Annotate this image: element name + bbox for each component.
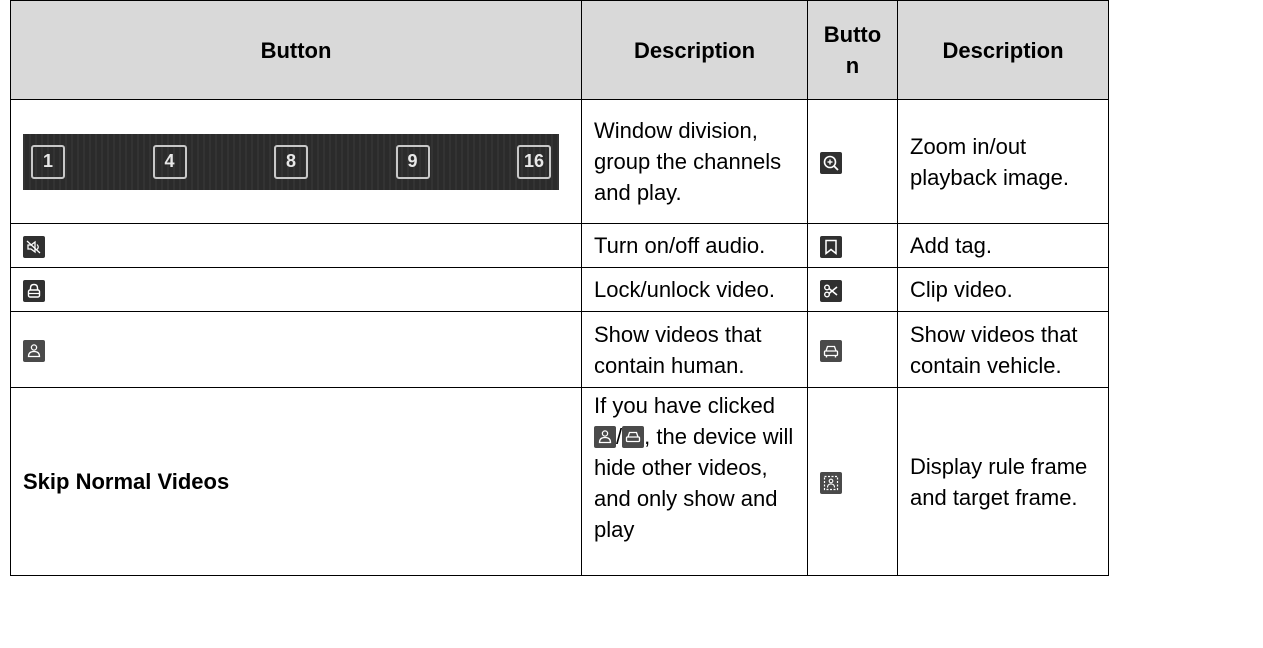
header-description: Description bbox=[581, 0, 808, 100]
description-cell: Clip video. bbox=[897, 267, 1109, 312]
human-icon[interactable] bbox=[23, 340, 45, 363]
header-description-2: Description bbox=[897, 0, 1109, 100]
skip-normal-videos-label: Skip Normal Videos bbox=[10, 387, 582, 576]
header-button-2: Button bbox=[807, 0, 898, 100]
description-cell: Lock/unlock video. bbox=[581, 267, 808, 312]
description-cell: Zoom in/out playback image. bbox=[897, 99, 1109, 224]
human-icon bbox=[594, 426, 616, 448]
table-row: Show videos that contain human. Show vid… bbox=[10, 311, 1109, 388]
description-cell: Show videos that contain vehicle. bbox=[897, 311, 1109, 388]
window-division-cell: 1 4 8 9 16 bbox=[10, 99, 582, 224]
vehicle-icon[interactable] bbox=[820, 340, 842, 363]
zoom-cell bbox=[807, 99, 898, 224]
rule-frame-icon[interactable] bbox=[820, 472, 842, 495]
audio-icon[interactable] bbox=[23, 236, 45, 259]
division-9-button[interactable]: 9 bbox=[395, 144, 430, 179]
table-row: 1 4 8 9 16 Window division, group the ch… bbox=[10, 99, 1109, 224]
description-cell: Show videos that contain human. bbox=[581, 311, 808, 388]
zoom-icon[interactable] bbox=[820, 152, 842, 175]
description-cell: Window division, group the channels and … bbox=[581, 99, 808, 224]
description-cell: Add tag. bbox=[897, 223, 1109, 268]
header-button: Button bbox=[10, 0, 582, 100]
lock-icon[interactable] bbox=[23, 280, 45, 303]
description-cell: Display rule frame and target frame. bbox=[897, 387, 1109, 576]
window-division-strip: 1 4 8 9 16 bbox=[23, 133, 559, 190]
vehicle-cell bbox=[807, 311, 898, 388]
description-cell: If you have clicked / , the device will … bbox=[581, 387, 808, 576]
table-row: Lock/unlock video. Clip video. bbox=[10, 267, 1109, 312]
table-row: Turn on/off audio. Add tag. bbox=[10, 223, 1109, 268]
header-row: Button Description Button Description bbox=[10, 0, 1109, 100]
audio-cell bbox=[10, 223, 582, 268]
scissors-icon[interactable] bbox=[820, 280, 842, 303]
scissors-cell bbox=[807, 267, 898, 312]
division-16-button[interactable]: 16 bbox=[517, 144, 551, 179]
table-row: Skip Normal Videos If you have clicked /… bbox=[10, 387, 1109, 576]
division-4-button[interactable]: 4 bbox=[152, 144, 187, 179]
vehicle-icon bbox=[622, 426, 645, 448]
description-cell: Turn on/off audio. bbox=[581, 223, 808, 268]
lock-cell bbox=[10, 267, 582, 312]
human-cell bbox=[10, 311, 582, 388]
rule-frame-cell bbox=[807, 387, 898, 576]
tag-icon[interactable] bbox=[820, 236, 842, 259]
division-1-button[interactable]: 1 bbox=[31, 144, 65, 179]
tag-cell bbox=[807, 223, 898, 268]
button-description-table: Button Description Button Description 1 … bbox=[10, 0, 1109, 576]
division-8-button[interactable]: 8 bbox=[274, 144, 308, 179]
